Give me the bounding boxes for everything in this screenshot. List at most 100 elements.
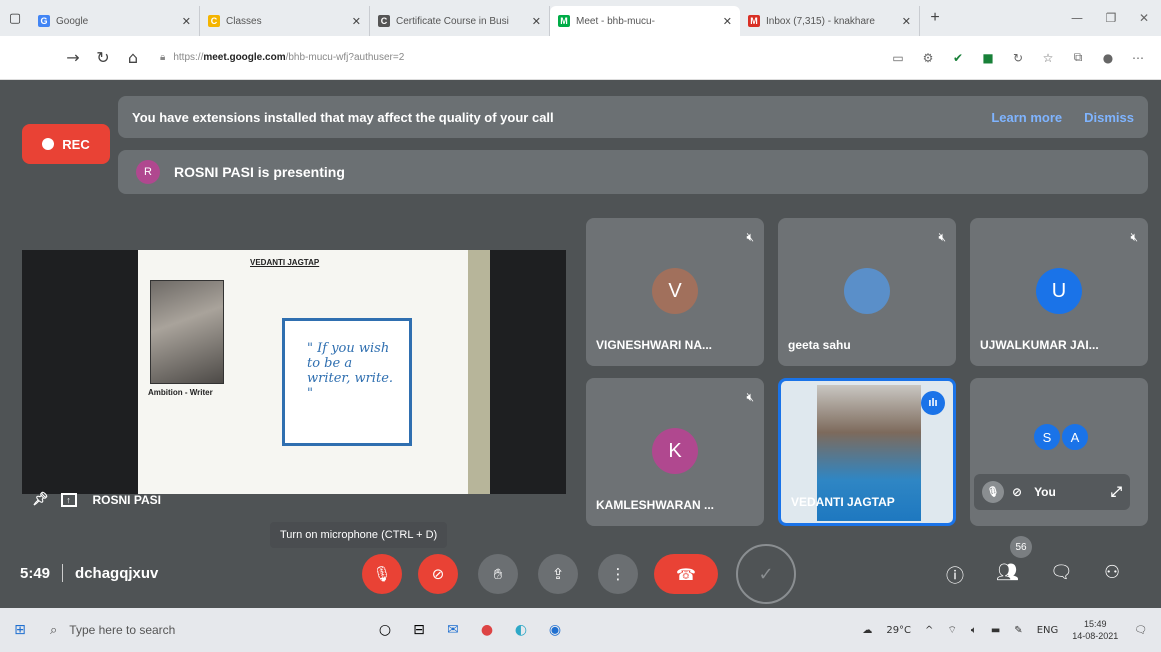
participant-photo-avatar [844, 268, 890, 314]
classroom-favicon-icon: C [208, 15, 220, 27]
edge-app-icon[interactable]: ◐ [504, 615, 538, 645]
meeting-info: 5:49 dchagqjxuv [20, 564, 158, 582]
tab-classes[interactable]: C Classes ✕ [200, 6, 370, 36]
close-window-icon[interactable]: ✕ [1127, 0, 1161, 36]
weather-icon[interactable]: ☁ [862, 625, 872, 636]
meet-control-bar: 5:49 dchagqjxuv 🎙︎ ⊘ ✋︎ ⇪ ⋮ ☎︎ ✓ ⓘ 👥︎ 56… [0, 536, 1161, 608]
new-tab-button[interactable]: + [920, 9, 950, 27]
favorites-icon[interactable]: ☆ [1033, 48, 1063, 68]
task-view-icon[interactable]: ⊟ [402, 615, 436, 645]
participant-tile[interactable]: 🔇︎ K KAMLESHWARAN ... [586, 378, 764, 526]
course-favicon-icon: C [378, 15, 390, 27]
present-now-button[interactable]: ⇪ [538, 554, 578, 594]
slide-caption: Ambition - Writer [148, 388, 213, 397]
people-button[interactable]: 👥︎ [996, 562, 1019, 583]
camera-icon[interactable]: ▭ [883, 48, 913, 68]
taskbar-search[interactable]: ⌕ Type here to search [40, 614, 340, 646]
presenting-text: ROSNI PASI is presenting [174, 164, 345, 180]
mic-off-icon: 🎙︎ [372, 565, 392, 583]
tab-google[interactable]: G Google ✕ [30, 6, 200, 36]
tab-inbox[interactable]: M Inbox (7,315) - knakhare ✕ [740, 6, 920, 36]
extension-icon[interactable]: ⚙ [913, 48, 943, 68]
learn-more-link[interactable]: Learn more [991, 110, 1062, 125]
browser-tab-bar: ▢ G Google ✕ C Classes ✕ C Certificate C… [0, 0, 1161, 36]
url-field[interactable]: 🔒︎ https:// meet.google.com /bhb-mucu-wf… [160, 52, 883, 63]
participant-count-badge: 56 [1010, 536, 1032, 558]
network-icon[interactable]: ⌔ [947, 624, 956, 637]
check-icon: ✓ [758, 563, 774, 585]
volume-icon[interactable]: 🔈︎ [971, 625, 977, 636]
leave-call-button[interactable]: ☎︎ [654, 554, 718, 594]
meet-favicon-icon: M [558, 15, 570, 27]
dismiss-button[interactable]: Dismiss [1084, 110, 1134, 125]
profile-icon[interactable]: ● [1093, 48, 1123, 68]
address-bar: → ↻ ⌂ 🔒︎ https:// meet.google.com /bhb-m… [0, 36, 1161, 80]
pin-icon[interactable]: 📌︎ [32, 492, 49, 507]
pen-icon[interactable]: ✎ [1014, 625, 1022, 636]
tab-certificate-course[interactable]: C Certificate Course in Busi ✕ [370, 6, 550, 36]
close-tab-icon[interactable]: ✕ [182, 15, 191, 28]
taskbar-clock[interactable]: 15:49 14-08-2021 [1072, 618, 1118, 642]
window-menu-icon[interactable]: ▢ [0, 0, 30, 36]
close-tab-icon[interactable]: ✕ [902, 15, 911, 28]
tray-chevron-icon[interactable]: ^ [925, 625, 933, 636]
microphone-button[interactable]: 🎙︎ [362, 554, 402, 594]
mic-off-icon[interactable]: 🎙︎ [982, 481, 1004, 503]
close-tab-icon[interactable]: ✕ [723, 15, 732, 28]
battery-icon[interactable]: ▬ [991, 625, 1000, 636]
language-indicator[interactable]: ENG [1037, 625, 1059, 636]
close-tab-icon[interactable]: ✕ [352, 15, 361, 28]
participant-name: UJWALKUMAR JAI... [980, 338, 1099, 352]
self-tile[interactable]: S A 🎙︎ ⊘ You ⤢ [970, 378, 1148, 526]
mic-muted-icon: 🔇︎ [1130, 230, 1138, 244]
participant-name: geeta sahu [788, 338, 851, 352]
activities-button[interactable]: ⚇ [1104, 562, 1120, 583]
more-options-button[interactable]: ⋮ [598, 554, 638, 594]
participant-tile[interactable]: 🔇︎ geeta sahu [778, 218, 956, 366]
tab-meet[interactable]: M Meet - bhb-mucu- ✕ [550, 6, 740, 36]
participant-avatar: K [652, 428, 698, 474]
tab-label: Classes [226, 15, 262, 27]
close-tab-icon[interactable]: ✕ [532, 15, 541, 28]
windows-start-icon[interactable]: ⊞ [0, 622, 40, 638]
sheets-extension-icon[interactable]: ■ [973, 48, 1003, 68]
camera-button[interactable]: ⊘ [418, 554, 458, 594]
check-button[interactable]: ✓ [736, 544, 796, 604]
presenter-avatar: R [136, 160, 160, 184]
browser-app-icon[interactable]: ◉ [538, 615, 572, 645]
present-screen-icon: ↑ [60, 492, 77, 507]
mic-muted-icon: 🔇︎ [746, 230, 754, 244]
url-host: meet.google.com [203, 52, 286, 63]
reload-icon[interactable]: ↻ [88, 48, 118, 67]
participant-avatar: U [1036, 268, 1082, 314]
collections-icon[interactable]: ⧉ [1063, 48, 1093, 68]
mail-app-icon[interactable]: ✉ [436, 615, 470, 645]
active-speaker-tile[interactable]: ılı VEDANTI JAGTAP [778, 378, 956, 526]
tab-label: Google [56, 15, 89, 27]
more-icon[interactable]: ⋯ [1123, 48, 1153, 68]
participant-tile[interactable]: 🔇︎ V VIGNESHWARI NA... [586, 218, 764, 366]
presenter-label: 📌︎ ↑ ROSNI PASI [32, 492, 161, 507]
raise-hand-button[interactable]: ✋︎ [478, 554, 518, 594]
expand-icon[interactable]: ⤢ [1111, 484, 1122, 500]
notice-text: You have extensions installed that may a… [132, 109, 554, 125]
minimize-icon[interactable]: — [1060, 0, 1094, 36]
participant-tile[interactable]: 🔇︎ U UJWALKUMAR JAI... [970, 218, 1148, 366]
presentation-stage[interactable]: VEDANTI JAGTAP Ambition - Writer " If yo… [22, 250, 566, 494]
notifications-icon[interactable]: 🗨︎ [1134, 625, 1147, 636]
maximize-icon[interactable]: ❐ [1094, 0, 1128, 36]
tab-label: Inbox (7,315) - knakhare [766, 15, 875, 27]
office-app-icon[interactable]: ● [470, 615, 504, 645]
checkmark-extension-icon[interactable]: ✔ [943, 48, 973, 68]
refresh-extension-icon[interactable]: ↻ [1003, 48, 1033, 68]
google-favicon-icon: G [38, 15, 50, 27]
temperature[interactable]: 29°C [886, 625, 911, 636]
chat-button[interactable]: 🗨︎ [1050, 562, 1073, 583]
camera-off-icon[interactable]: ⊘ [1012, 485, 1022, 499]
camera-off-icon: ⊘ [431, 565, 445, 583]
meeting-details-button[interactable]: ⓘ [946, 562, 964, 588]
back-icon[interactable]: → [58, 48, 88, 67]
home-icon[interactable]: ⌂ [118, 48, 148, 67]
cortana-icon[interactable]: ○ [368, 615, 402, 645]
meet-area: REC You have extensions installed that m… [0, 80, 1161, 608]
